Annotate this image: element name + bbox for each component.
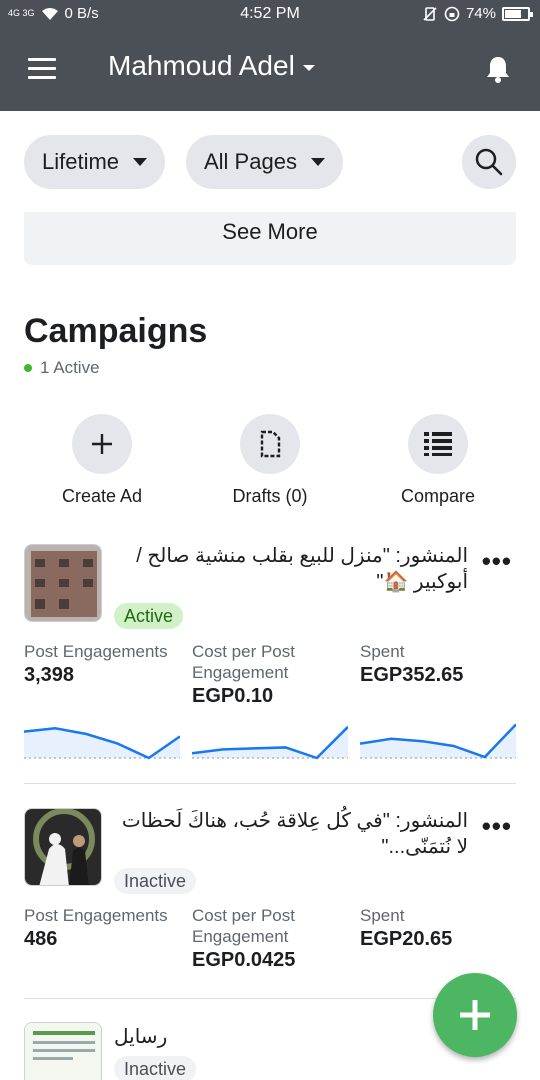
ad-title[interactable]: المنشور: "في كُل عِلاقة حُب، هناكَ لَحظا… bbox=[112, 808, 468, 860]
create-ad-label: Create Ad bbox=[61, 486, 143, 506]
sparkline-post-engagements bbox=[24, 726, 180, 760]
battery-percent: 74% bbox=[465, 5, 496, 22]
metric-label: Cost per Post Engagement bbox=[192, 642, 295, 682]
date-range-filter[interactable]: Lifetime bbox=[24, 135, 166, 189]
app-bar: Mahmoud Adel bbox=[0, 30, 540, 111]
pages-filter[interactable]: All Pages bbox=[186, 135, 343, 189]
chevron-down-icon bbox=[310, 158, 325, 166]
metric-cost-per-engagement: Cost per Post Engagement EGP0.10 bbox=[192, 641, 352, 709]
pages-label: All Pages bbox=[204, 149, 297, 174]
see-more-button[interactable]: See More bbox=[24, 212, 516, 265]
rotation-lock-icon bbox=[444, 6, 460, 21]
more-options-icon[interactable]: ••• bbox=[482, 813, 512, 839]
status-badge: Inactive bbox=[114, 868, 197, 894]
divider bbox=[24, 783, 516, 784]
hamburger-icon[interactable] bbox=[28, 58, 56, 80]
metric-label: Cost per Post Engagement bbox=[192, 906, 295, 946]
metric-value: EGP0.0425 bbox=[192, 949, 296, 971]
account-name: Mahmoud Adel bbox=[108, 50, 295, 81]
drafts-label: Drafts (0) bbox=[232, 486, 308, 506]
chevron-down-icon bbox=[302, 65, 315, 71]
active-count-label: 1 Active bbox=[40, 358, 100, 377]
ad-thumbnail bbox=[24, 544, 102, 622]
metric-post-engagements: Post Engagements 486 bbox=[24, 905, 184, 952]
status-badge: Active bbox=[114, 603, 184, 629]
active-count: 1 Active bbox=[24, 358, 100, 378]
metric-spent: Spent EGP20.65 bbox=[360, 905, 520, 952]
chevron-down-icon bbox=[133, 158, 148, 166]
ad-title[interactable]: رسايل bbox=[114, 1024, 167, 1050]
sparkline-cost-per-engagement bbox=[192, 725, 348, 760]
account-switcher[interactable]: Mahmoud Adel bbox=[108, 50, 315, 82]
drafts-button[interactable]: Drafts (0) bbox=[190, 414, 350, 507]
date-range-label: Lifetime bbox=[42, 149, 120, 174]
metric-value: EGP352.65 bbox=[360, 664, 464, 686]
metric-cost-per-engagement: Cost per Post Engagement EGP0.0425 bbox=[192, 905, 352, 973]
battery-icon bbox=[502, 6, 533, 21]
metric-value: 3,398 bbox=[24, 664, 75, 686]
ad-thumbnail bbox=[24, 1022, 102, 1080]
create-ad-button[interactable]: Create Ad bbox=[22, 414, 182, 507]
metric-spent: Spent EGP352.65 bbox=[360, 641, 520, 688]
bell-icon[interactable] bbox=[484, 54, 512, 84]
plus-icon bbox=[460, 1000, 490, 1030]
search-button[interactable] bbox=[462, 135, 516, 189]
metric-value: EGP20.65 bbox=[360, 928, 453, 950]
create-fab-button[interactable] bbox=[433, 973, 517, 1057]
status-bar: 4G 3G 0 B/s 4:52 PM 74% bbox=[0, 0, 540, 30]
ad-thumbnail bbox=[24, 808, 102, 886]
compare-label: Compare bbox=[400, 486, 476, 506]
metric-value: 486 bbox=[24, 928, 58, 950]
compare-button[interactable]: Compare bbox=[358, 414, 518, 507]
sparkline-area bbox=[192, 726, 348, 758]
active-dot bbox=[24, 364, 32, 372]
metric-post-engagements: Post Engagements 3,398 bbox=[24, 641, 184, 688]
vibrate-off-icon bbox=[423, 6, 437, 21]
sparkline-spent bbox=[360, 723, 516, 759]
more-options-icon[interactable]: ••• bbox=[482, 548, 512, 574]
compare-list-icon bbox=[424, 432, 452, 456]
plus-icon bbox=[92, 434, 112, 454]
metric-label: Post Engagements bbox=[24, 642, 168, 661]
document-icon bbox=[260, 430, 281, 458]
metric-label: Spent bbox=[360, 906, 405, 925]
metric-label: Spent bbox=[360, 642, 405, 661]
metric-label: Post Engagements bbox=[24, 906, 168, 925]
search-icon bbox=[475, 148, 503, 176]
section-title: Campaigns bbox=[24, 312, 208, 350]
ad-title[interactable]: المنشور: "منزل للبيع بقلب منشية صالح / أ… bbox=[112, 543, 468, 595]
status-badge: Inactive bbox=[114, 1056, 197, 1080]
